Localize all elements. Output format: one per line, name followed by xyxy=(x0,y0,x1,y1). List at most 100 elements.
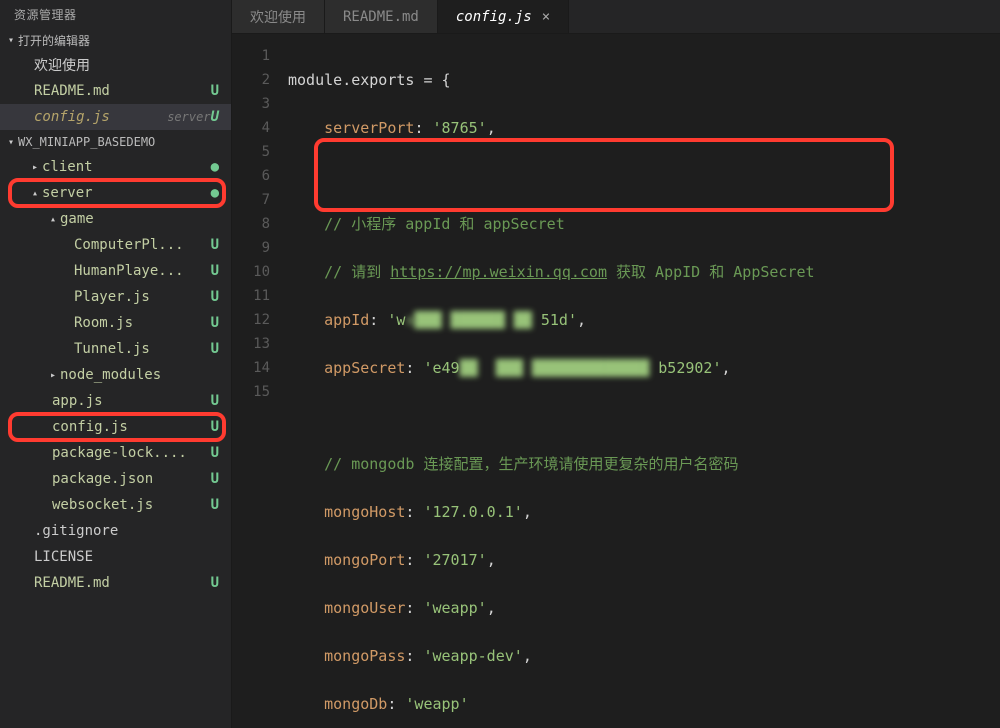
tree-item-label: websocket.js xyxy=(52,497,211,513)
git-status-badge: U xyxy=(211,497,219,513)
tree-item-label: server xyxy=(42,185,211,201)
tree-item-label: HumanPlaye... xyxy=(74,263,211,279)
git-modified-dot: ● xyxy=(211,185,219,201)
file-tree: ▸client●▴server●▴gameComputerPl...UHuman… xyxy=(0,154,231,596)
tab-label: 欢迎使用 xyxy=(250,7,306,27)
open-editor-config[interactable]: config.js server U xyxy=(0,104,231,130)
tree-item-playerjs[interactable]: Player.jsU xyxy=(0,284,231,310)
tree-item-label: Tunnel.js xyxy=(74,341,211,357)
tab-label: README.md xyxy=(343,9,419,25)
appSecret-value: b52902' xyxy=(658,359,721,377)
git-status-badge: U xyxy=(211,471,219,487)
appId-value: 'w xyxy=(387,311,405,329)
line-number: 9 xyxy=(232,236,270,260)
tree-item-label: node_modules xyxy=(60,367,219,383)
tree-item-client[interactable]: ▸client● xyxy=(0,154,231,180)
tree-item-humanplaye[interactable]: HumanPlaye...U xyxy=(0,258,231,284)
line-number: 15 xyxy=(232,380,270,404)
mongoHost-value: '127.0.0.1' xyxy=(423,503,522,521)
tree-item-server[interactable]: ▴server● xyxy=(0,180,231,206)
open-editor-path: server xyxy=(167,110,210,124)
mongoDb-value: 'weapp' xyxy=(405,695,468,713)
line-number: 7 xyxy=(232,188,270,212)
tree-item-label: config.js xyxy=(52,419,211,435)
git-status-badge: U xyxy=(211,315,219,331)
line-number: 8 xyxy=(232,212,270,236)
tree-item-label: README.md xyxy=(34,575,211,591)
editor-area: 欢迎使用 README.md config.js × 1234567891011… xyxy=(232,0,1000,728)
tree-item-label: app.js xyxy=(52,393,211,409)
tree-item-configjs[interactable]: config.jsU xyxy=(0,414,231,440)
line-number: 4 xyxy=(232,116,270,140)
tree-item-label: Player.js xyxy=(74,289,211,305)
line-number: 5 xyxy=(232,140,270,164)
line-gutter: 123456789101112131415 xyxy=(232,34,288,728)
tab-welcome[interactable]: 欢迎使用 xyxy=(232,0,325,33)
tree-item-roomjs[interactable]: Room.jsU xyxy=(0,310,231,336)
project-label: WX_MINIAPP_BASEDEMO xyxy=(18,135,227,149)
tree-item-license[interactable]: LICENSE xyxy=(0,544,231,570)
editor-scroll[interactable]: 123456789101112131415 module.exports = {… xyxy=(232,34,1000,728)
tab-label: config.js xyxy=(456,9,532,25)
chevron-down-icon: ▴ xyxy=(28,188,42,199)
line-number: 13 xyxy=(232,332,270,356)
tree-item-packagejson[interactable]: package.jsonU xyxy=(0,466,231,492)
git-status-badge: U xyxy=(211,575,219,591)
tree-item-appjs[interactable]: app.jsU xyxy=(0,388,231,414)
git-status-badge: U xyxy=(211,83,219,99)
line-number: 6 xyxy=(232,164,270,188)
close-icon[interactable]: × xyxy=(542,9,550,25)
tree-item-nodemodules[interactable]: ▸node_modules xyxy=(0,362,231,388)
git-status-badge: U xyxy=(211,341,219,357)
open-editors-label: 打开的编辑器 xyxy=(18,32,227,49)
comment: // mongodb 连接配置，生产环境请使用更复杂的用户名密码 xyxy=(324,455,738,473)
open-editor-welcome[interactable]: 欢迎使用 xyxy=(0,52,231,78)
line-number: 10 xyxy=(232,260,270,284)
project-header[interactable]: ▾ WX_MINIAPP_BASEDEMO xyxy=(0,130,231,154)
tree-item-game[interactable]: ▴game xyxy=(0,206,231,232)
tree-item-websocketjs[interactable]: websocket.jsU xyxy=(0,492,231,518)
chevron-right-icon: ▸ xyxy=(46,370,60,381)
mongoUser-value: 'weapp' xyxy=(423,599,486,617)
git-status-badge: U xyxy=(211,419,219,435)
code-content[interactable]: module.exports = { serverPort: '8765', /… xyxy=(288,34,1000,728)
sidebar: 资源管理器 ▾ 打开的编辑器 欢迎使用 README.md U config.j… xyxy=(0,0,232,728)
comment-url: https://mp.weixin.qq.com xyxy=(390,263,607,281)
line-number: 1 xyxy=(232,44,270,68)
appId-value: 51d' xyxy=(541,311,577,329)
open-editor-readme[interactable]: README.md U xyxy=(0,78,231,104)
tree-item-readmemd[interactable]: README.mdU xyxy=(0,570,231,596)
line-number: 11 xyxy=(232,284,270,308)
tree-item-label: ComputerPl... xyxy=(74,237,211,253)
git-status-badge: U xyxy=(211,445,219,461)
git-status-badge: U xyxy=(211,263,219,279)
comment: // 请到 xyxy=(324,263,390,281)
chevron-down-icon: ▾ xyxy=(4,35,18,46)
chevron-right-icon: ▸ xyxy=(28,162,42,173)
line-number: 2 xyxy=(232,68,270,92)
tree-item-computerpl[interactable]: ComputerPl...U xyxy=(0,232,231,258)
line-number: 3 xyxy=(232,92,270,116)
open-editor-name: README.md xyxy=(34,83,211,99)
open-editor-name: 欢迎使用 xyxy=(34,55,219,75)
git-status-badge: U xyxy=(211,237,219,253)
open-editors-header[interactable]: ▾ 打开的编辑器 xyxy=(0,28,231,52)
tree-item-tunneljs[interactable]: Tunnel.jsU xyxy=(0,336,231,362)
appSecret-value: 'e49 xyxy=(423,359,459,377)
tree-item-gitignore[interactable]: .gitignore xyxy=(0,518,231,544)
comment: 获取 AppID 和 AppSecret xyxy=(607,263,815,281)
chevron-down-icon: ▾ xyxy=(4,137,18,148)
line-number: 14 xyxy=(232,356,270,380)
tab-readme[interactable]: README.md xyxy=(325,0,438,33)
serverPort-value: '8765' xyxy=(433,119,487,137)
tree-item-label: .gitignore xyxy=(34,523,219,539)
comment: // 小程序 appId 和 appSecret xyxy=(324,215,565,233)
tree-item-label: Room.js xyxy=(74,315,211,331)
tab-config[interactable]: config.js × xyxy=(438,0,569,33)
git-modified-dot: ● xyxy=(211,159,219,175)
tree-item-packagelock[interactable]: package-lock....U xyxy=(0,440,231,466)
tab-bar: 欢迎使用 README.md config.js × xyxy=(232,0,1000,34)
git-status-badge: U xyxy=(211,109,219,125)
tree-item-label: client xyxy=(42,159,211,175)
tree-item-label: package.json xyxy=(52,471,211,487)
